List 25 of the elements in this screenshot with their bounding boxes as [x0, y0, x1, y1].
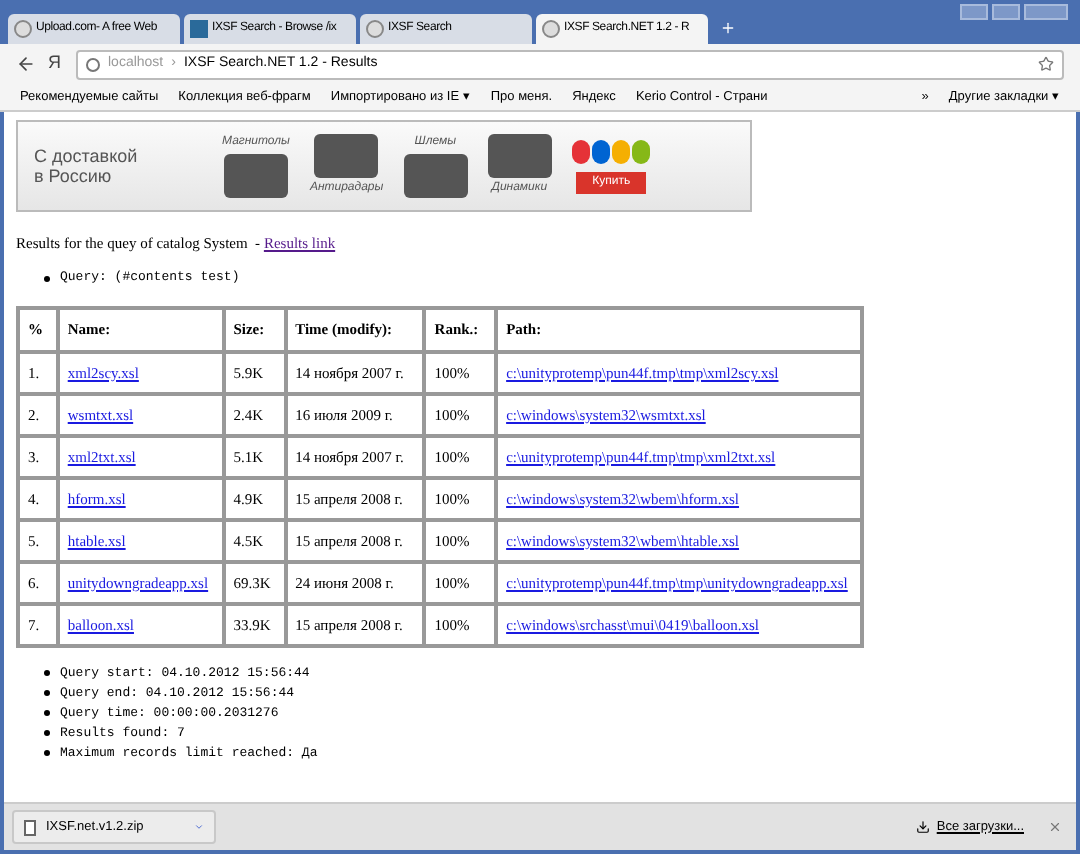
bullet-icon [44, 690, 50, 696]
product-placeholder [403, 154, 468, 198]
banner-headline: С доставкой в Россию [34, 146, 140, 186]
product-placeholder [314, 134, 379, 178]
download-icon [916, 820, 931, 834]
caret-icon [194, 822, 204, 832]
new-tab-icon[interactable] [720, 20, 736, 36]
bullet-icon [44, 710, 50, 716]
ebay-logo-icon [571, 139, 652, 167]
bullet-icon [44, 750, 50, 756]
product-placeholder [487, 134, 552, 178]
close-icon[interactable] [1048, 820, 1062, 834]
reload-icon [86, 57, 100, 71]
file-icon [24, 819, 36, 835]
bullet-icon [44, 670, 50, 676]
product-placeholder [223, 154, 288, 198]
star-icon[interactable] [1038, 56, 1054, 72]
bullet-icon [44, 730, 50, 736]
globe-icon [366, 20, 384, 38]
bullet-icon [44, 275, 50, 282]
back-arrow-icon[interactable] [16, 54, 36, 74]
globe-icon [542, 20, 560, 38]
yandex-button[interactable]: Я [48, 50, 64, 78]
globe-icon [14, 20, 32, 38]
app-icon [190, 20, 208, 38]
